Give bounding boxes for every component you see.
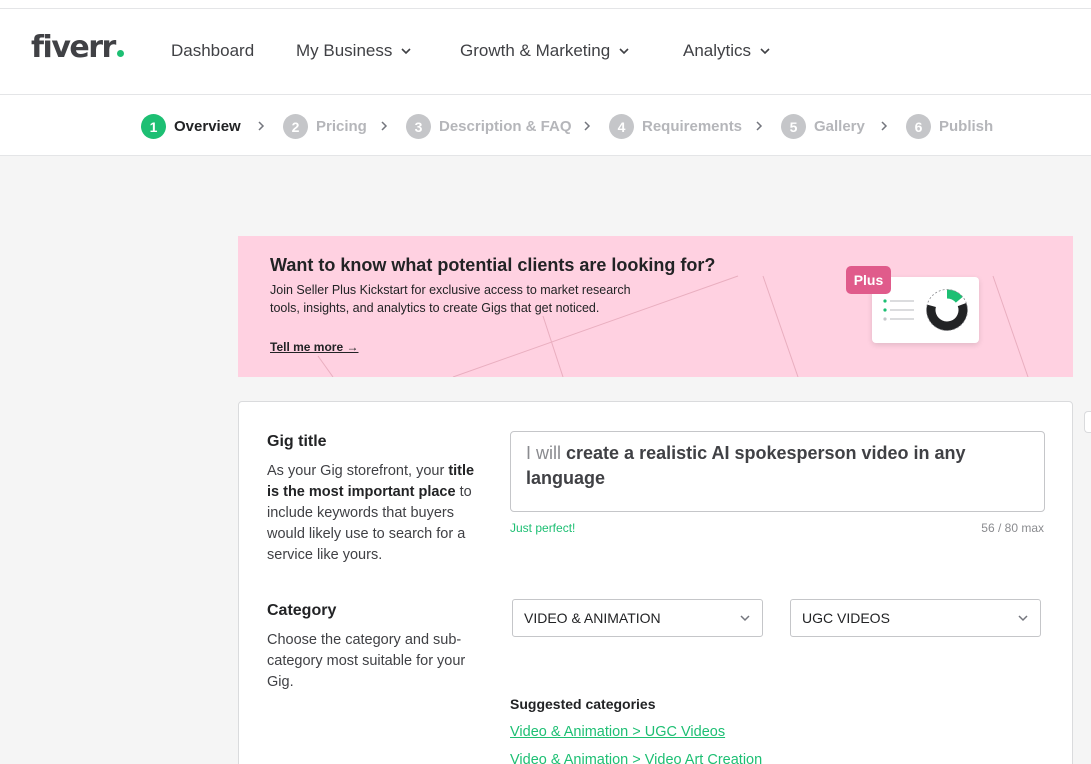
step-number: 3 (406, 114, 431, 139)
category-select[interactable]: VIDEO & ANIMATION (512, 599, 763, 637)
chevron-down-icon (1018, 615, 1028, 622)
title-char-counter: 56 / 80 max (981, 521, 1044, 535)
suggested-category-link[interactable]: Video & Animation > Video Art Creation (510, 752, 762, 764)
step-label: Publish (939, 118, 994, 135)
top-strip (0, 0, 1091, 9)
seller-plus-promo-banner: Want to know what potential clients are … (238, 236, 1073, 377)
step-number: 4 (609, 114, 634, 139)
step-number: 6 (906, 114, 931, 139)
step-pricing[interactable]: 2 Pricing (283, 114, 367, 139)
subcategory-select[interactable]: UGC VIDEOS (790, 599, 1041, 637)
nav-dashboard[interactable]: Dashboard (171, 41, 254, 61)
step-description-faq[interactable]: 3 Description & FAQ (406, 114, 572, 139)
category-select-value: VIDEO & ANIMATION (524, 610, 661, 626)
step-number: 1 (141, 114, 166, 139)
step-number: 5 (781, 114, 806, 139)
subcategory-select-value: UGC VIDEOS (802, 610, 890, 626)
category-description: Choose the category and sub-category mos… (267, 632, 466, 690)
chevron-down-icon (740, 615, 750, 622)
step-label: Description & FAQ (439, 118, 572, 135)
step-gallery[interactable]: 5 Gallery (781, 114, 865, 139)
chevron-right-icon (584, 121, 591, 131)
plus-badge: Plus (846, 266, 891, 294)
nav-analytics[interactable]: Analytics (683, 41, 771, 61)
nav-my-business-label: My Business (296, 41, 393, 60)
nav-dashboard-label: Dashboard (171, 41, 255, 60)
step-label: Gallery (814, 118, 865, 135)
gig-title-input[interactable]: I will create a realistic AI spokesperso… (510, 431, 1045, 512)
chevron-down-icon (619, 48, 629, 55)
title-value: create a realistic AI spokesperson video… (526, 443, 966, 488)
logo-text: fiverr (31, 30, 116, 65)
step-label: Requirements (642, 118, 743, 135)
step-requirements[interactable]: 4 Requirements (609, 114, 742, 139)
chevron-down-icon (401, 48, 411, 55)
gig-overview-form: Gig title As your Gig storefront, your t… (238, 401, 1073, 764)
tell-me-more-link[interactable]: Tell me more → (270, 340, 358, 354)
logo-dot (116, 50, 124, 57)
chevron-right-icon (756, 121, 763, 131)
chevron-right-icon (258, 121, 265, 131)
fiverr-logo[interactable]: fiverr (31, 30, 124, 66)
step-label: Overview (174, 118, 241, 135)
gig-steps-bar: 1 Overview 2 Pricing 3 Description & FAQ… (0, 95, 1091, 156)
title-prefix: I will (526, 443, 561, 463)
promo-title: Want to know what potential clients are … (270, 255, 716, 275)
nav-growth-marketing-label: Growth & Marketing (460, 41, 611, 60)
chevron-down-icon (760, 48, 770, 55)
suggested-category-link[interactable]: Video & Animation > UGC Videos (510, 724, 725, 740)
step-number: 2 (283, 114, 308, 139)
chevron-right-icon (381, 121, 388, 131)
nav-my-business[interactable]: My Business (296, 41, 412, 61)
promo-body: Join Seller Plus Kickstart for exclusive… (270, 283, 631, 315)
side-handle[interactable] (1084, 411, 1091, 433)
nav-growth-marketing[interactable]: Growth & Marketing (460, 41, 630, 61)
title-hint: Just perfect! (510, 521, 576, 535)
top-header: fiverr Dashboard My Business Growth & Ma… (0, 9, 1091, 95)
desc-text: As your Gig storefront, your (267, 463, 449, 479)
step-overview[interactable]: 1 Overview (141, 114, 241, 139)
gig-title-heading: Gig title (267, 433, 327, 450)
nav-analytics-label: Analytics (683, 41, 752, 60)
category-heading: Category (267, 602, 337, 619)
chevron-right-icon (881, 121, 888, 131)
step-publish[interactable]: 6 Publish (906, 114, 993, 139)
suggested-categories-heading: Suggested categories (510, 696, 656, 712)
step-label: Pricing (316, 118, 367, 135)
gig-title-description: As your Gig storefront, your title is th… (267, 461, 482, 566)
